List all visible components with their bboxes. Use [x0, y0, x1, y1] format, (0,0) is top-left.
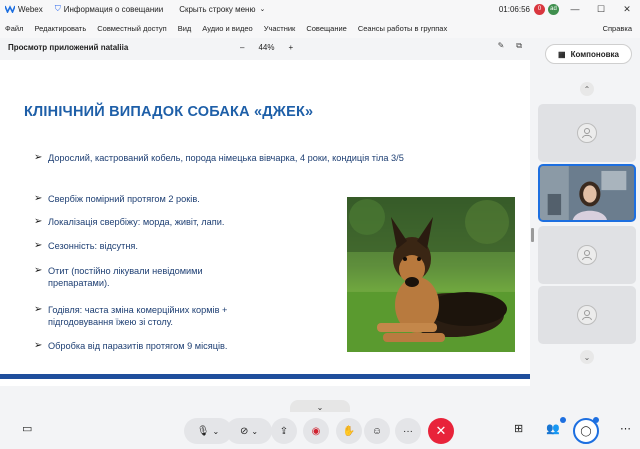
- shield-icon: ⛉: [54, 4, 61, 13]
- shared-slide: КЛІНІЧНИЙ ВИПАДОК СОБАКА «ДЖЕК» ➢ Доросл…: [0, 60, 530, 386]
- zoom-level: 44%: [258, 42, 275, 52]
- menu-view[interactable]: Вид: [178, 24, 192, 33]
- slide-title: КЛІНІЧНИЙ ВИПАДОК СОБАКА «ДЖЕК»: [24, 104, 314, 120]
- popout-icon[interactable]: ⧉: [516, 41, 522, 51]
- slide-bullet: ➢ Годівля: часта зміна комерційних кормі…: [34, 304, 334, 328]
- zoom-control: – 44% +: [233, 43, 300, 52]
- bullet-arrow-icon: ➢: [34, 240, 43, 251]
- minimize-icon[interactable]: —: [562, 4, 588, 14]
- slide-bullet: ➢ Отит (постійно лікували невідомими преп…: [34, 265, 334, 289]
- dog-photo: [347, 197, 515, 352]
- more-button[interactable]: ···: [395, 418, 421, 444]
- webex-logo-icon: [5, 4, 15, 14]
- notification-dot: [560, 417, 566, 423]
- video-button[interactable]: ⊘ ⌄: [226, 418, 272, 444]
- share-icon: ⇪: [279, 425, 289, 437]
- bullet-arrow-icon: ➢: [34, 152, 43, 163]
- participant-video-tile[interactable]: [538, 164, 636, 222]
- record-icon: ◉: [311, 425, 321, 437]
- title-bar: Webex ⛉ Информация о совещании Скрыть ст…: [0, 0, 640, 18]
- menu-help[interactable]: Справка: [603, 24, 632, 33]
- video-off-icon: ⊘: [239, 425, 249, 437]
- zoom-in-button[interactable]: +: [288, 43, 293, 52]
- scroll-down-icon[interactable]: ⌄: [580, 350, 594, 364]
- mute-button[interactable]: 🎙 ⌄: [184, 418, 232, 444]
- participants-icon[interactable]: 👥: [546, 422, 560, 435]
- user-avatar-badge[interactable]: ad: [548, 3, 559, 15]
- person-icon: [577, 123, 597, 143]
- end-call-icon: ✕: [435, 423, 447, 438]
- chat-icon: ◯: [580, 425, 592, 437]
- reactions-icon: ☺: [371, 425, 383, 437]
- participant-tile[interactable]: [538, 286, 636, 344]
- panel-resize-handle[interactable]: [531, 228, 534, 242]
- meeting-info-button[interactable]: ⛉ Информация о совещании: [55, 4, 163, 14]
- menu-share[interactable]: Совместный доступ: [97, 24, 166, 33]
- slide-bullet: ➢ Обробка від паразитів протягом 9 місяц…: [34, 340, 334, 352]
- bullet-text: Дорослий, кастрований кобель, порода нім…: [48, 153, 404, 163]
- slide-bullet: ➢ Сезонність: відсутня.: [34, 240, 334, 252]
- chevron-icon: ⌄: [259, 6, 266, 13]
- chevron-down-icon: ⌄: [212, 426, 220, 436]
- bullet-arrow-icon: ➢: [34, 340, 43, 351]
- bullet-text: Локалізація свербіжу: морда, живіт, лапи…: [48, 217, 225, 227]
- more-options-icon[interactable]: ⋯: [620, 422, 631, 435]
- bullet-arrow-icon: ➢: [34, 193, 43, 204]
- menu-audio-video[interactable]: Аудио и видео: [202, 24, 252, 33]
- menu-breakout[interactable]: Сеансы работы в группах: [358, 24, 447, 33]
- annotate-icon[interactable]: ✎: [498, 41, 505, 51]
- scroll-up-icon[interactable]: ⌃: [580, 82, 594, 96]
- menu-meeting[interactable]: Совещание: [306, 24, 347, 33]
- layout-label: Компоновка: [570, 49, 619, 59]
- slide-footer-bar: [0, 374, 530, 379]
- restore-icon[interactable]: ☐: [588, 4, 614, 15]
- meeting-controls: ▭ 🎙 ⌄ ⊘ ⌄ ⇪ ◉ ✋ ☺ ··· ✕ ⊞ 👥 ◯ ⋯: [0, 412, 640, 449]
- meeting-info-label: Информация о совещании: [63, 4, 164, 14]
- apps-icon[interactable]: ⊞: [514, 422, 523, 435]
- participant-tile[interactable]: [538, 226, 636, 284]
- layout-button[interactable]: ▦ Компоновка: [545, 44, 632, 64]
- bullet-text: Отит (постійно лікували невідомими препар…: [48, 266, 203, 288]
- menu-edit[interactable]: Редактировать: [34, 24, 86, 33]
- end-call-button[interactable]: ✕: [428, 418, 454, 444]
- share-toolbar: Просмотр приложений nataliia – 44% + ✎ ⧉: [0, 38, 530, 56]
- menu-participant[interactable]: Участник: [264, 24, 296, 33]
- meeting-timer: 01:06:56: [498, 4, 530, 14]
- app-name: Webex: [18, 4, 43, 14]
- notification-dot: [593, 417, 599, 423]
- slide-bullet: ➢ Локалізація свербіжу: морда, живіт, ла…: [34, 216, 334, 228]
- bullet-text: Свербіж помірний протягом 2 років.: [48, 194, 200, 204]
- bullet-text: Обробка від паразитів протягом 9 місяців…: [48, 341, 228, 351]
- zoom-out-button[interactable]: –: [240, 43, 244, 52]
- record-button[interactable]: ◉: [303, 418, 329, 444]
- reactions-button[interactable]: ☺: [364, 418, 390, 444]
- hide-menu-label: Скрыть строку меню: [179, 4, 256, 14]
- mic-icon: 🎙: [196, 425, 210, 437]
- bullet-arrow-icon: ➢: [34, 265, 43, 276]
- raise-hand-icon: ✋: [342, 425, 356, 437]
- bullet-arrow-icon: ➢: [34, 304, 43, 315]
- slide-bullet: ➢ Свербіж помірний протягом 2 років.: [34, 193, 334, 205]
- bullet-text: Сезонність: відсутня.: [48, 241, 138, 251]
- close-icon[interactable]: ✕: [614, 4, 640, 15]
- more-icon: ···: [403, 425, 413, 437]
- bullet-arrow-icon: ➢: [34, 216, 43, 227]
- shared-content-title: Просмотр приложений nataliia: [8, 42, 129, 52]
- menu-bar: Файл Редактировать Совместный доступ Вид…: [0, 18, 640, 38]
- captions-icon[interactable]: ▭: [22, 422, 32, 435]
- bullet-text: Годівля: часта зміна комерційних кормів …: [48, 305, 228, 327]
- chevron-down-icon: ⌄: [316, 402, 324, 412]
- hide-menu-button[interactable]: Скрыть строку меню ⌄: [179, 5, 265, 14]
- raise-hand-button[interactable]: ✋: [336, 418, 362, 444]
- menu-file[interactable]: Файл: [5, 24, 23, 33]
- slide-bullet: ➢ Дорослий, кастрований кобель, порода н…: [34, 152, 514, 164]
- chevron-down-icon: ⌄: [251, 426, 259, 436]
- person-icon: [577, 305, 597, 325]
- layout-icon: ▦: [558, 49, 566, 59]
- share-button[interactable]: ⇪: [271, 418, 297, 444]
- recording-badge: 0: [534, 3, 545, 15]
- person-icon: [577, 245, 597, 265]
- participant-tile[interactable]: [538, 104, 636, 162]
